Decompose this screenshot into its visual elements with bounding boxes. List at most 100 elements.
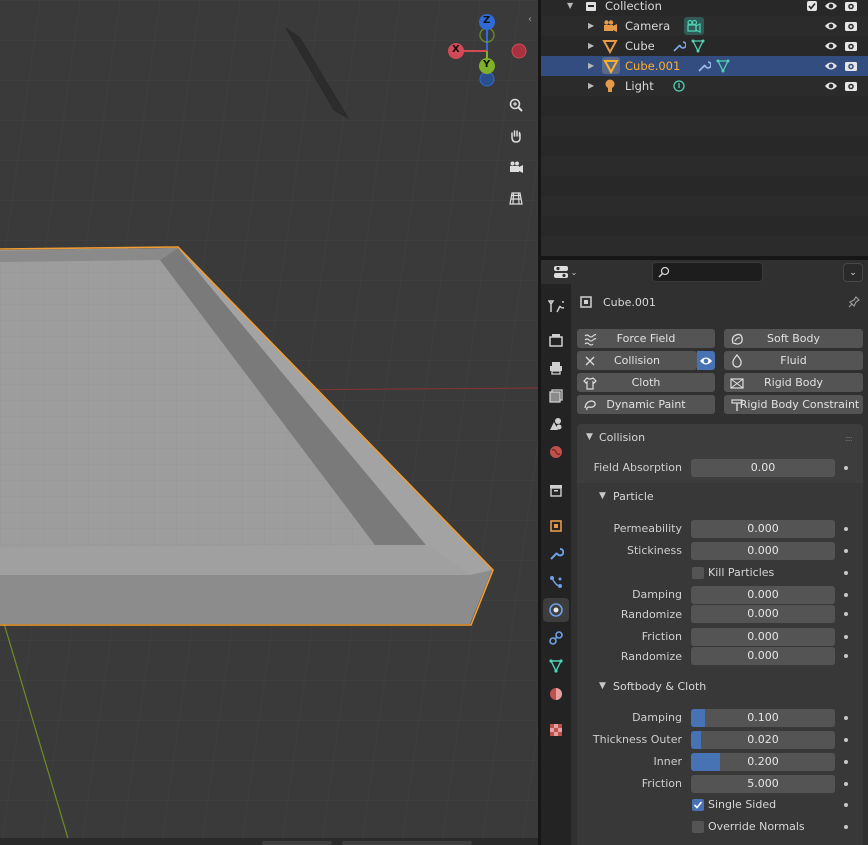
render-camera-icon[interactable]	[843, 38, 859, 54]
keyframe-dot[interactable]	[844, 825, 848, 829]
tab-texture[interactable]	[543, 718, 569, 742]
render-icon	[549, 334, 563, 347]
hand-icon	[511, 130, 521, 143]
outliner-row-light[interactable]: ▶ Light	[541, 76, 868, 96]
keyframe-dot[interactable]	[844, 466, 848, 470]
thickness-inner-slider[interactable]: 0.200	[691, 753, 835, 771]
expand-arrow-icon[interactable]: ▶	[588, 81, 594, 90]
keyframe-dot[interactable]	[844, 654, 848, 658]
pan-hand-button[interactable]	[504, 124, 528, 148]
tab-output[interactable]	[543, 356, 569, 380]
render-camera-icon[interactable]	[843, 0, 859, 14]
sidebar-toggle-arrow-icon[interactable]: ‹	[528, 14, 532, 25]
rigid-body-button[interactable]: Rigid Body	[724, 373, 863, 392]
collapse-arrow-icon[interactable]: ▼	[567, 1, 573, 10]
outliner-row-camera[interactable]: ▶ Camera	[541, 16, 868, 36]
modifier-wrench-icon[interactable]	[696, 58, 712, 74]
eye-icon[interactable]	[823, 18, 839, 34]
pin-icon[interactable]	[847, 295, 861, 312]
modifier-wrench-icon[interactable]	[671, 38, 687, 54]
tab-modifiers[interactable]	[543, 542, 569, 566]
search-input[interactable]	[652, 262, 763, 282]
outliner[interactable]: ▼ Collection ▶ Camera ▶ Cube ▶ Cube.001 …	[541, 0, 868, 256]
eye-icon[interactable]	[823, 58, 839, 74]
tab-physics[interactable]	[543, 598, 569, 622]
outliner-row-cube-001[interactable]: ▶ Cube.001	[541, 56, 868, 76]
mesh-data-icon[interactable]	[690, 38, 706, 54]
cloth-button[interactable]: Cloth	[577, 373, 715, 392]
tab-world[interactable]	[543, 440, 569, 464]
cloth-friction-field[interactable]: 5.000	[691, 775, 835, 793]
tab-render[interactable]	[543, 328, 569, 352]
properties-editor[interactable]: ⌄ ⌄ Cube.001 Force Field Soft Body Colli…	[541, 260, 868, 845]
particle-subpanel-header[interactable]: ▼ Particle	[577, 483, 863, 509]
stickiness-field[interactable]: 0.000	[691, 542, 835, 560]
outliner-row-cube[interactable]: ▶ Cube	[541, 36, 868, 56]
keyframe-dot[interactable]	[844, 716, 848, 720]
soft-body-button[interactable]: Soft Body	[724, 329, 863, 348]
options-dropdown-button[interactable]: ⌄	[843, 263, 863, 282]
ortho-toggle-button[interactable]	[504, 186, 528, 210]
cloth-friction-label: Friction	[641, 777, 682, 790]
tab-object[interactable]	[543, 514, 569, 538]
render-camera-icon[interactable]	[843, 78, 859, 94]
tab-material[interactable]	[543, 682, 569, 706]
cloth-damping-slider[interactable]: 0.100	[691, 709, 835, 727]
light-data-icon[interactable]	[671, 78, 687, 94]
collision-remove-button[interactable]: Collision	[577, 351, 697, 370]
render-camera-icon[interactable]	[843, 58, 859, 74]
single-sided-checkbox[interactable]	[692, 799, 704, 811]
dynamic-paint-button[interactable]: Dynamic Paint	[577, 395, 715, 414]
expand-arrow-icon[interactable]: ▶	[588, 61, 594, 70]
mesh-data-icon[interactable]	[715, 58, 731, 74]
keyframe-dot[interactable]	[844, 571, 848, 575]
eye-icon[interactable]	[823, 0, 839, 14]
thickness-outer-slider[interactable]: 0.020	[691, 731, 835, 749]
cloth-label: Cloth	[631, 376, 661, 389]
navigation-gizmo[interactable]	[0, 0, 538, 120]
tab-data[interactable]	[543, 654, 569, 678]
exclude-checkbox[interactable]	[804, 0, 820, 14]
keyframe-dot[interactable]	[844, 635, 848, 639]
expand-arrow-icon[interactable]: ▶	[588, 21, 594, 30]
keyframe-dot[interactable]	[844, 738, 848, 742]
camera-view-button[interactable]	[504, 155, 528, 179]
particle-friction-field[interactable]: 0.000	[691, 628, 835, 646]
kill-particles-checkbox[interactable]	[692, 567, 704, 579]
eye-icon[interactable]	[823, 38, 839, 54]
outliner-row-collection[interactable]: ▼ Collection	[541, 0, 868, 16]
particle-damping-field[interactable]: 0.000	[691, 586, 835, 604]
collision-panel-header[interactable]: ▼ Collision ::::	[577, 424, 863, 451]
keyframe-dot[interactable]	[844, 527, 848, 531]
camera-data-icon[interactable]	[684, 17, 704, 35]
zoom-magnifier-button[interactable]	[504, 93, 528, 117]
drag-handle-icon[interactable]: ::::	[845, 434, 853, 443]
force-field-button[interactable]: Force Field	[577, 329, 715, 348]
rigid-body-constraint-button[interactable]: Rigid Body Constraint	[724, 395, 863, 414]
friction-randomize-field[interactable]: 0.000	[691, 647, 835, 665]
expand-arrow-icon[interactable]: ▶	[588, 41, 594, 50]
render-camera-icon[interactable]	[843, 18, 859, 34]
keyframe-dot[interactable]	[844, 760, 848, 764]
damping-randomize-field[interactable]: 0.000	[691, 605, 835, 623]
tab-tool[interactable]	[543, 294, 569, 318]
collision-visibility-toggle[interactable]	[697, 351, 715, 370]
fluid-button[interactable]: Fluid	[724, 351, 863, 370]
softbody-cloth-subpanel-header[interactable]: ▼ Softbody & Cloth	[577, 673, 863, 699]
tab-collection[interactable]	[543, 478, 569, 502]
override-normals-checkbox[interactable]	[692, 821, 704, 833]
editor-type-button[interactable]: ⌄	[549, 262, 581, 282]
keyframe-dot[interactable]	[844, 593, 848, 597]
keyframe-dot[interactable]	[844, 612, 848, 616]
tab-particles[interactable]	[543, 570, 569, 594]
field-absorption-field[interactable]: 0.00	[691, 459, 835, 477]
tab-scene[interactable]	[543, 412, 569, 436]
eye-icon[interactable]	[823, 78, 839, 94]
3d-viewport[interactable]: Z X Y ‹	[0, 0, 538, 845]
permeability-field[interactable]: 0.000	[691, 520, 835, 538]
keyframe-dot[interactable]	[844, 803, 848, 807]
tab-constraints[interactable]	[543, 626, 569, 650]
keyframe-dot[interactable]	[844, 549, 848, 553]
tab-view-layer[interactable]	[543, 384, 569, 408]
keyframe-dot[interactable]	[844, 782, 848, 786]
